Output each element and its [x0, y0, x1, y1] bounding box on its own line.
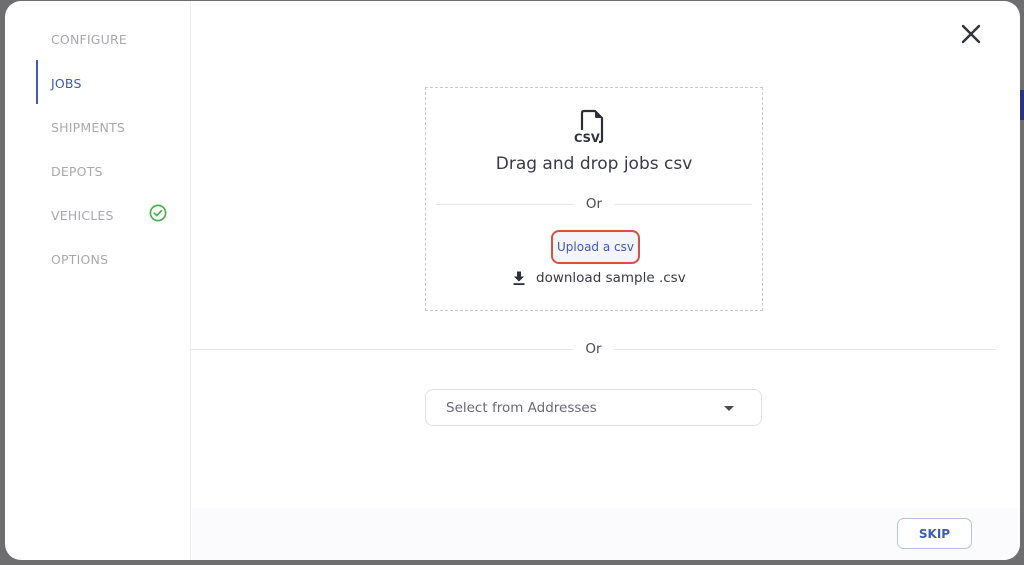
close-icon[interactable]	[959, 22, 983, 46]
csv-file-icon: CSV	[574, 109, 604, 145]
sidebar-item-vehicles[interactable]: VEHICLES	[51, 208, 114, 223]
active-step-indicator	[36, 60, 38, 104]
or-label: Or	[585, 196, 603, 212]
sidebar-item-configure[interactable]: CONFIGURE	[51, 32, 127, 47]
sidebar-item-options[interactable]: OPTIONS	[51, 252, 108, 267]
divider-line	[191, 348, 574, 350]
caret-down-icon	[724, 406, 734, 411]
sidebar-item-jobs[interactable]: JOBS	[51, 76, 82, 91]
sidebar-item-shipments[interactable]: SHIPMENTS	[51, 120, 125, 135]
download-sample-link[interactable]: download sample .csv	[511, 270, 686, 286]
section-or-divider: Or	[191, 341, 996, 357]
address-select-placeholder: Select from Addresses	[446, 400, 597, 416]
upload-csv-button[interactable]: Upload a csv	[551, 230, 640, 264]
check-circle-icon	[149, 204, 167, 222]
divider-line	[614, 203, 752, 205]
download-sample-label: download sample .csv	[536, 270, 686, 286]
download-icon	[513, 271, 525, 285]
divider-line	[613, 348, 996, 350]
or-label: Or	[585, 341, 602, 357]
csv-dropzone[interactable]: CSV Drag and drop jobs csv Or Upload a c…	[425, 87, 763, 311]
modal-footer	[192, 508, 1020, 560]
sidebar-item-depots[interactable]: DEPOTS	[51, 164, 103, 179]
skip-button[interactable]: SKIP	[897, 518, 972, 549]
import-jobs-modal: CONFIGURE JOBS SHIPMENTS DEPOTS VEHICLES…	[5, 1, 1020, 560]
dropzone-or-divider: Or	[436, 196, 752, 212]
divider-line	[436, 203, 574, 205]
dropzone-title: Drag and drop jobs csv	[495, 154, 693, 174]
svg-text:CSV: CSV	[574, 131, 600, 145]
address-select[interactable]: Select from Addresses	[425, 389, 762, 426]
wizard-sidebar: CONFIGURE JOBS SHIPMENTS DEPOTS VEHICLES…	[5, 1, 191, 560]
